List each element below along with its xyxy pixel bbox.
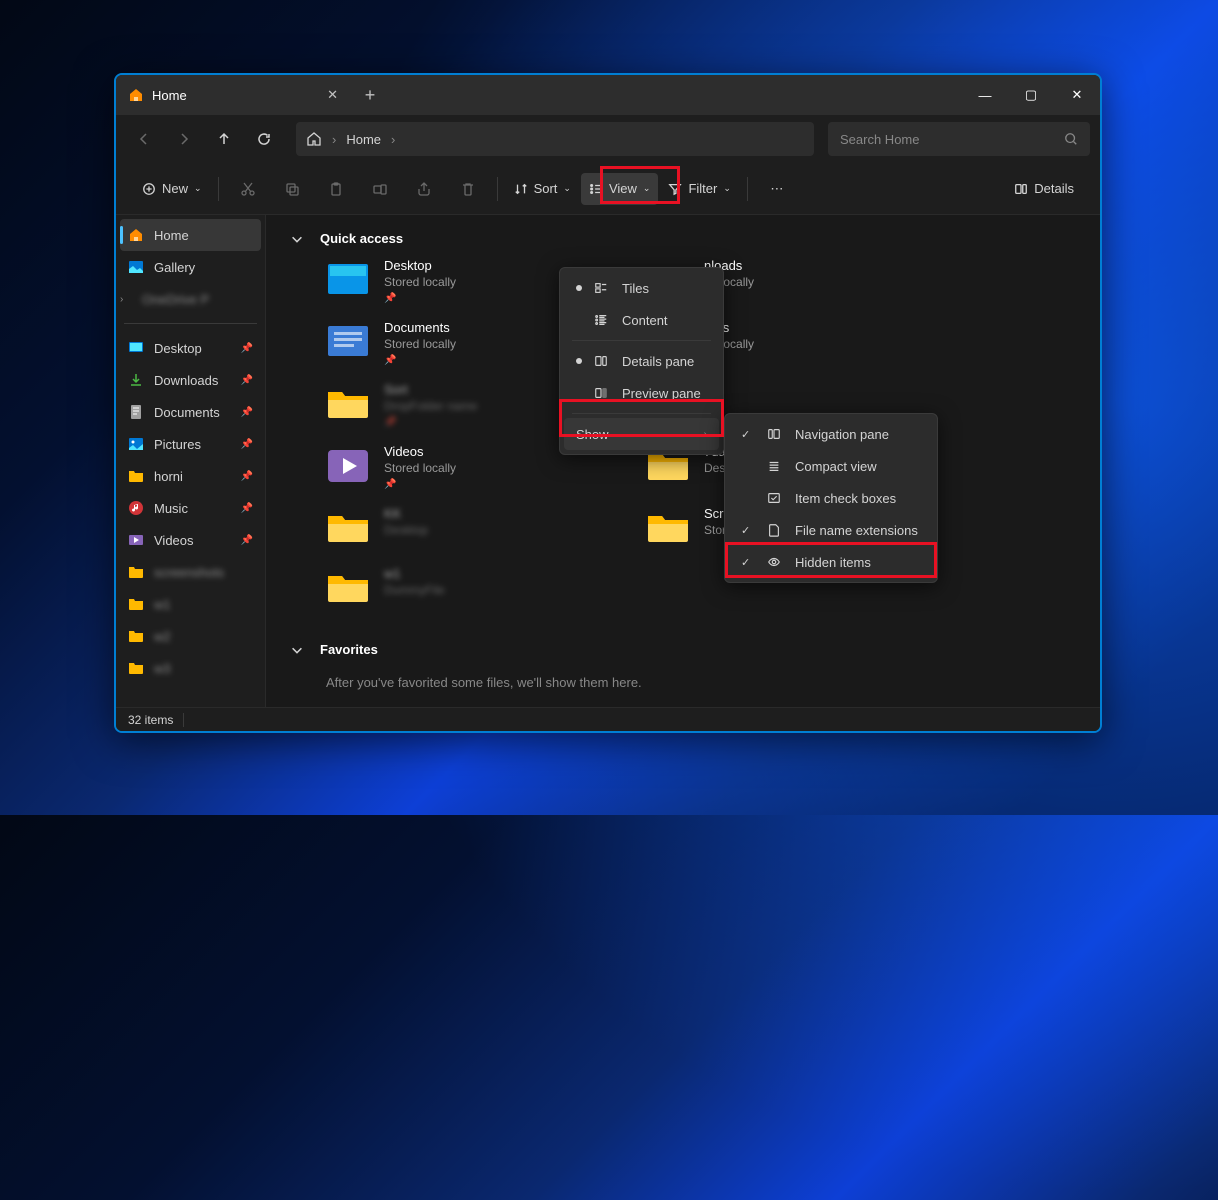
menu-item-content[interactable]: Content xyxy=(564,304,719,336)
tab-label: Home xyxy=(152,88,187,103)
close-button[interactable]: ✕ xyxy=(1054,75,1100,115)
copy-button[interactable] xyxy=(271,173,313,205)
menu-item-item-check-boxes[interactable]: Item check boxes xyxy=(729,482,933,514)
chevron-right-icon: › xyxy=(332,132,336,147)
sidebar-item-blurred[interactable]: screenshots xyxy=(120,556,261,588)
show-submenu: ✓Navigation pane Compact view Item check… xyxy=(724,413,938,583)
group-favorites: Favorites After you've favorited some fi… xyxy=(290,634,1076,700)
chevron-down-icon: ⌄ xyxy=(194,183,202,194)
item-blurred[interactable]: KKDesktop xyxy=(326,502,586,554)
nav-buttons xyxy=(126,121,282,157)
forward-button[interactable] xyxy=(166,121,202,157)
sidebar-item-blurred[interactable]: w2 xyxy=(120,620,261,652)
paste-button[interactable] xyxy=(315,173,357,205)
pin-icon: 📌 xyxy=(241,407,253,418)
pin-icon: 📌 xyxy=(241,471,253,482)
chevron-down-icon: ⌄ xyxy=(723,183,731,194)
address-row: › Home › Search Home xyxy=(116,115,1100,163)
pin-icon: 📌 xyxy=(241,343,253,354)
new-button[interactable]: New ⌄ xyxy=(134,173,210,205)
up-button[interactable] xyxy=(206,121,242,157)
menu-item-file-name-extensions[interactable]: ✓File name extensions xyxy=(729,514,933,546)
sidebar-item-gallery[interactable]: Gallery xyxy=(120,251,261,283)
search-box[interactable]: Search Home xyxy=(828,122,1090,156)
item-videos[interactable]: VideosStored locally📌 xyxy=(326,440,586,494)
pin-icon: 📌 xyxy=(241,503,253,514)
pin-icon: 📌 xyxy=(241,375,253,386)
sidebar-item-home[interactable]: Home xyxy=(120,219,261,251)
rename-button[interactable] xyxy=(359,173,401,205)
share-button[interactable] xyxy=(403,173,445,205)
toolbar: New ⌄ Sort ⌄ View ⌄ Filter ⌄ ⋯ xyxy=(116,163,1100,215)
home-icon xyxy=(128,87,144,103)
pin-icon: 📌 xyxy=(384,355,456,366)
menu-item-hidden-items[interactable]: ✓Hidden items xyxy=(729,546,933,578)
chevron-down-icon: ⌄ xyxy=(643,183,651,194)
sort-button[interactable]: Sort ⌄ xyxy=(506,173,579,205)
breadcrumb-item[interactable]: Home xyxy=(346,132,381,147)
explorer-window: Home ✕ + — ▢ ✕ › Home › Search Home xyxy=(114,73,1102,733)
pin-icon: 📌 xyxy=(384,293,456,304)
new-tab-button[interactable]: + xyxy=(350,75,390,115)
window-controls: — ▢ ✕ xyxy=(962,75,1100,115)
refresh-button[interactable] xyxy=(246,121,282,157)
item-desktop[interactable]: DesktopStored locally📌 xyxy=(326,254,586,308)
title-bar: Home ✕ + — ▢ ✕ xyxy=(116,75,1100,115)
chevron-down-icon: ⌄ xyxy=(563,183,571,194)
breadcrumb-home-icon xyxy=(306,131,322,147)
chevron-right-icon: › xyxy=(704,429,707,440)
view-button[interactable]: View ⌄ xyxy=(581,173,659,205)
favorites-empty-text: After you've favorited some files, we'll… xyxy=(290,665,1076,700)
view-menu: Tiles Content Details pane Preview pane … xyxy=(559,267,724,455)
search-placeholder: Search Home xyxy=(840,132,1054,147)
group-header[interactable]: Quick access xyxy=(290,223,1076,254)
sidebar-item-blurred[interactable]: w1 xyxy=(120,588,261,620)
item-blurred[interactable]: SortDropFolder name📌 xyxy=(326,378,586,432)
sidebar-item-horni[interactable]: horni📌 xyxy=(120,460,261,492)
item-count: 32 items xyxy=(128,713,173,727)
sidebar-item-videos[interactable]: Videos📌 xyxy=(120,524,261,556)
back-button[interactable] xyxy=(126,121,162,157)
menu-item-navigation-pane[interactable]: ✓Navigation pane xyxy=(729,418,933,450)
filter-button[interactable]: Filter ⌄ xyxy=(660,173,738,205)
pin-icon: 📌 xyxy=(241,535,253,546)
cut-button[interactable] xyxy=(227,173,269,205)
sidebar-item-blurred[interactable]: w3 xyxy=(120,652,261,684)
breadcrumb[interactable]: › Home › xyxy=(296,122,814,156)
menu-item-details-pane[interactable]: Details pane xyxy=(564,345,719,377)
sidebar-item-desktop[interactable]: Desktop📌 xyxy=(120,332,261,364)
group-header[interactable]: Favorites xyxy=(290,634,1076,665)
status-bar: 32 items xyxy=(116,707,1100,731)
menu-item-show[interactable]: Show› xyxy=(564,418,719,450)
delete-button[interactable] xyxy=(447,173,489,205)
menu-item-preview-pane[interactable]: Preview pane xyxy=(564,377,719,409)
search-icon xyxy=(1064,132,1078,146)
tab-home[interactable]: Home ✕ xyxy=(116,75,350,115)
pin-icon: 📌 xyxy=(241,439,253,450)
sidebar-item-documents[interactable]: Documents📌 xyxy=(120,396,261,428)
body: Home Gallery ›OneDrive P Desktop📌 Downlo… xyxy=(116,215,1100,707)
sidebar-item-pictures[interactable]: Pictures📌 xyxy=(120,428,261,460)
sidebar: Home Gallery ›OneDrive P Desktop📌 Downlo… xyxy=(116,215,266,707)
menu-item-compact-view[interactable]: Compact view xyxy=(729,450,933,482)
menu-item-tiles[interactable]: Tiles xyxy=(564,272,719,304)
pin-icon: 📌 xyxy=(384,479,456,490)
maximize-button[interactable]: ▢ xyxy=(1008,75,1054,115)
tab-close-icon[interactable]: ✕ xyxy=(327,87,338,103)
sidebar-item-downloads[interactable]: Downloads📌 xyxy=(120,364,261,396)
item-documents[interactable]: DocumentsStored locally📌 xyxy=(326,316,586,370)
sidebar-item-music[interactable]: Music📌 xyxy=(120,492,261,524)
item-blurred[interactable]: w1DummyFile xyxy=(326,562,586,614)
details-button[interactable]: Details xyxy=(1006,173,1082,205)
more-button[interactable]: ⋯ xyxy=(756,173,798,205)
sidebar-item-onedrive[interactable]: ›OneDrive P xyxy=(120,283,261,315)
minimize-button[interactable]: — xyxy=(962,75,1008,115)
chevron-right-icon: › xyxy=(391,132,395,147)
